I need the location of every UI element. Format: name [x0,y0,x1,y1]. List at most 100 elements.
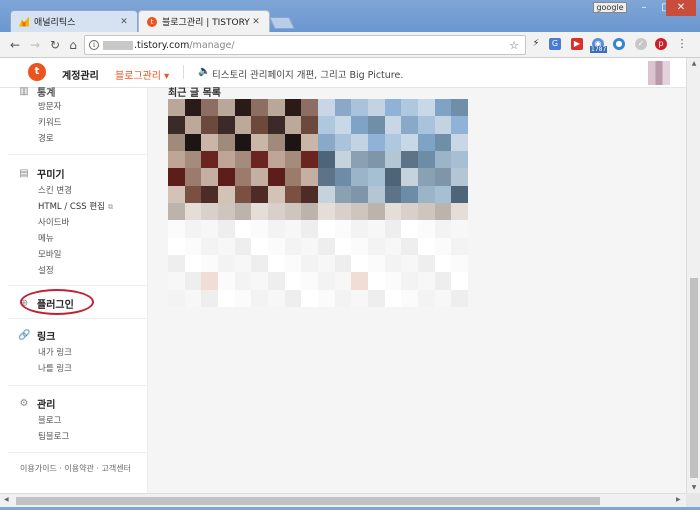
globe-extension-icon[interactable]: ● [613,38,625,50]
tab-blog-admin[interactable]: t 블로그관리 | TISTORY ✕ [138,10,270,32]
mosaic-cell [168,185,185,203]
mosaic-cell [367,151,385,169]
bolt-extension-icon[interactable]: ⚡ [530,38,542,50]
footer-links[interactable]: 이용가이드 · 이용약관 · 고객센터 [20,463,131,474]
decorate-heading[interactable]: ▤ 꾸미기 [18,166,65,181]
account-management-link[interactable]: 계정관리 [62,67,99,82]
mosaic-cell [384,116,402,134]
mosaic-cell [201,272,218,290]
scroll-down-icon[interactable]: ▼ [687,484,700,491]
sidebar-item-team-blog[interactable]: 팀블로그 [38,430,69,442]
pinterest-icon[interactable]: p [655,38,667,50]
tab-analytics[interactable]: 애널리틱스 ✕ [10,10,138,32]
translate-extension-icon[interactable]: G [549,38,561,50]
mosaic-cell [367,168,385,186]
scroll-right-icon[interactable]: ▶ [676,496,681,503]
bookmark-star-icon[interactable]: ☆ [509,39,519,52]
reload-icon[interactable]: ↻ [46,36,64,54]
sidebar: ▥ 통계 방문자 키워드 경로 ▤ 꾸미기 스킨 변경 HTML / CSS 편… [8,86,148,493]
check-extension-icon[interactable]: ✓ [635,38,647,50]
mosaic-cell [251,237,268,255]
mosaic-cell [284,168,302,186]
back-icon[interactable]: ← [6,36,24,54]
avatar[interactable] [648,61,670,85]
link-heading[interactable]: 🔗 링크 [18,328,55,343]
blog-admin-dropdown[interactable]: 블로그관리 ▾ [115,67,169,82]
info-icon[interactable]: i [89,40,99,50]
tistory-icon: t [147,16,157,27]
video-extension-icon[interactable]: ▶ [571,38,583,50]
mosaic-cell [267,272,285,290]
mosaic-cell [417,168,435,186]
mosaic-cell [434,220,452,238]
sidebar-item-keywords[interactable]: 키워드 [38,116,61,128]
sidebar-item-my-links[interactable]: 내가 링크 [38,346,72,358]
stats-heading[interactable]: ▥ 통계 [18,84,55,99]
home-icon[interactable]: ⌂ [64,36,82,54]
mosaic-cell [267,289,285,307]
mosaic-cell [217,289,235,307]
horizontal-scrollbar[interactable]: ◀ ▶ [0,493,686,507]
sidebar-item-skin-change[interactable]: 스킨 변경 [38,184,72,196]
forward-icon[interactable]: → [26,36,44,54]
decorate-heading-label: 꾸미기 [37,170,65,181]
minimize-button[interactable]: – [632,0,656,16]
sidebar-item-referrers[interactable]: 경로 [38,132,54,144]
mosaic-cell [384,220,402,238]
manage-heading[interactable]: ⚙ 관리 [18,396,56,411]
mosaic-cell [434,133,452,151]
new-tab-button[interactable] [269,17,295,29]
mosaic-cell [284,237,302,255]
mosaic-cell [184,99,202,117]
mosaic-cell [351,237,368,255]
tistory-header: t 계정관리 블로그관리 ▾ 🔈 티스토리 관리페이지 개편, 그리고 Big … [0,58,686,88]
profile-button[interactable]: google [593,2,627,13]
mosaic-cell [351,255,368,273]
vertical-scroll-thumb[interactable] [690,278,698,478]
layout-icon: ▤ [19,168,29,179]
mosaic-cell [367,133,385,151]
mosaic-cell [317,255,335,273]
menu-icon[interactable]: ⋮ [676,38,688,50]
mosaic-cell [168,289,185,307]
mosaic-cell [217,237,235,255]
mosaic-cell [184,168,202,186]
mosaic-cell [301,133,318,151]
close-icon[interactable]: ✕ [251,17,261,27]
scroll-left-icon[interactable]: ◀ [4,496,9,503]
horizontal-scroll-thumb[interactable] [16,497,600,505]
divider [8,385,148,386]
mosaic-cell [334,272,352,290]
scroll-up-icon[interactable]: ▲ [687,60,700,67]
sidebar-item-menu[interactable]: 메뉴 [38,232,54,244]
notice-link[interactable]: 티스토리 관리페이지 개편, 그리고 Big Picture. [212,67,403,81]
window-close-button[interactable]: ✕ [666,0,696,16]
mosaic-cell [234,203,252,221]
sidebar-item-links-to-me[interactable]: 나를 링크 [38,362,72,374]
external-link-icon: ⧉ [108,203,113,211]
mosaic-cell [334,133,352,151]
sidebar-item-visitors[interactable]: 방문자 [38,100,61,112]
mosaic-cell [434,151,452,169]
sidebar-item-settings[interactable]: 설정 [38,264,54,276]
mosaic-cell [267,185,285,203]
sidebar-item-blog[interactable]: 블로그 [38,414,61,426]
mosaic-cell [217,185,235,203]
mosaic-cell [217,151,235,169]
address-bar[interactable]: i .tistory.com /manage/ ☆ [84,35,526,55]
tistory-logo[interactable]: t [28,63,46,81]
vertical-scrollbar[interactable]: ▲ ▼ [686,58,700,493]
mosaic-cell [401,151,418,169]
close-icon[interactable]: ✕ [119,17,129,27]
sidebar-item-sidebar[interactable]: 사이드바 [38,216,69,228]
mosaic-cell [451,185,468,203]
mosaic-cell [451,220,468,238]
sidebar-item-html-css[interactable]: HTML / CSS 편집 ⧉ [38,200,113,212]
sidebar-item-mobile[interactable]: 모바일 [38,248,61,260]
mosaic-cell [384,133,402,151]
url-path: /manage/ [189,39,235,51]
mosaic-cell [417,272,435,290]
mosaic-cell [417,203,435,221]
mosaic-cell [451,289,468,307]
extension-badge: 1787 [590,46,608,53]
